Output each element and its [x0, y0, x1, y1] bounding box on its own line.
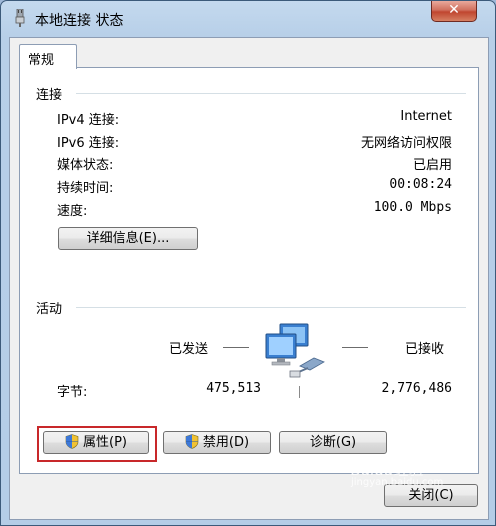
status-window: 本地连接 状态 ✕ 常规 连接 IPv4 连接: Internet IPv6 连… — [0, 0, 496, 526]
close-icon: ✕ — [448, 2, 460, 18]
activity-group-heading: 活动 — [36, 302, 63, 317]
dialog-body: 常规 连接 IPv4 连接: Internet IPv6 连接: 无网络访问权限… — [9, 37, 489, 520]
details-button[interactable]: 详细信息(E)... — [58, 227, 198, 250]
media-state-label: 媒体状态: — [57, 158, 114, 173]
network-computers-icon — [265, 323, 325, 378]
disable-button-label: 禁用(D) — [202, 435, 250, 450]
ipv4-label: IPv4 连接: — [57, 113, 120, 128]
bytes-sent-value: 475,513 — [206, 381, 261, 396]
close-window-button[interactable]: ✕ — [431, 1, 477, 22]
uac-shield-icon — [65, 434, 79, 449]
tab-general[interactable]: 常规 — [19, 44, 77, 69]
title-bar[interactable]: 本地连接 状态 ✕ — [1, 1, 495, 37]
disable-button[interactable]: 禁用(D) — [163, 431, 271, 454]
duration-label: 持续时间: — [57, 181, 114, 196]
uac-shield-icon — [185, 434, 199, 449]
media-state-value: 已启用 — [412, 158, 452, 173]
bytes-received-value: 2,776,486 — [381, 381, 452, 396]
tab-page-general: 连接 IPv4 连接: Internet IPv6 连接: 无网络访问权限 媒体… — [19, 67, 479, 474]
duration-value: 00:08:24 — [389, 177, 452, 192]
sent-dash — [223, 347, 249, 348]
ipv6-label: IPv6 连接: — [57, 136, 120, 151]
watermark-url: jingyan.baidu.com — [351, 477, 444, 488]
connection-group-heading: 连接 — [36, 88, 63, 103]
ipv4-value: Internet — [400, 109, 452, 124]
bytes-label: 字节: — [57, 385, 88, 400]
activity-vertical-divider — [299, 386, 300, 398]
received-dash — [342, 347, 368, 348]
properties-button[interactable]: 属性(P) — [43, 431, 149, 454]
tab-general-label: 常规 — [28, 53, 55, 68]
sent-label: 已发送 — [169, 342, 209, 357]
ipv6-value: 无网络访问权限 — [360, 136, 452, 151]
speed-value: 100.0 Mbps — [373, 200, 452, 215]
window-title: 本地连接 状态 — [35, 13, 124, 29]
speed-label: 速度: — [57, 204, 88, 219]
activity-group-divider — [76, 307, 466, 308]
connection-group-divider — [76, 93, 466, 94]
title-network-icon — [15, 9, 25, 27]
diagnose-button[interactable]: 诊断(G) — [279, 431, 387, 454]
properties-button-label: 属性(P) — [83, 435, 127, 450]
received-label: 已接收 — [405, 342, 445, 357]
